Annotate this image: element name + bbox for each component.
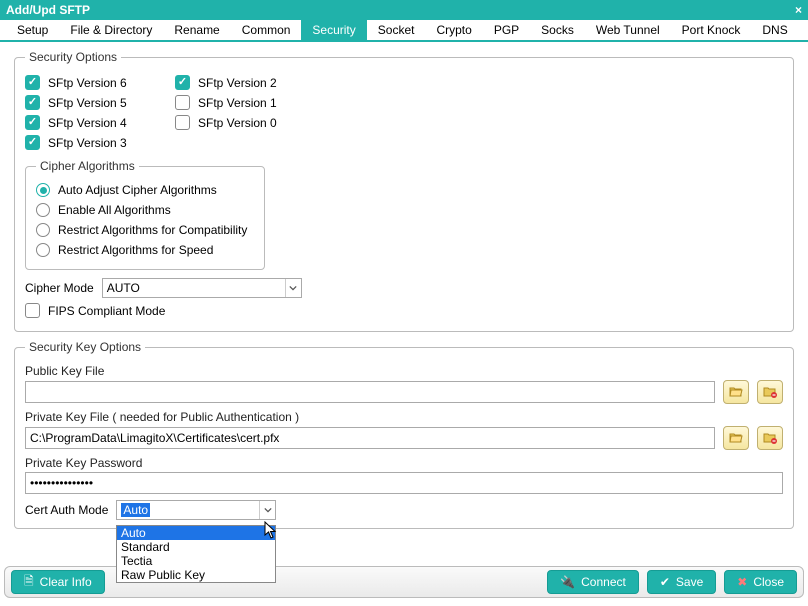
cipher-algorithms-legend: Cipher Algorithms bbox=[36, 159, 139, 173]
tab-rename[interactable]: Rename bbox=[163, 20, 230, 40]
close-button[interactable]: ✖ Close bbox=[724, 570, 797, 594]
label-enable-all: Enable All Algorithms bbox=[58, 203, 171, 217]
connect-button[interactable]: 🔌 Connect bbox=[547, 570, 639, 594]
private-key-input[interactable] bbox=[25, 427, 715, 449]
label-sftp-v1: SFtp Version 1 bbox=[198, 96, 277, 110]
private-pwd-input[interactable] bbox=[25, 472, 783, 494]
private-key-label: Private Key File ( needed for Public Aut… bbox=[25, 410, 783, 424]
tab-socket[interactable]: Socket bbox=[367, 20, 426, 40]
titlebar: Add/Upd SFTP × bbox=[0, 0, 808, 20]
save-label: Save bbox=[676, 575, 703, 589]
cb-fips[interactable] bbox=[25, 303, 40, 318]
label-restrict-compat: Restrict Algorithms for Compatibility bbox=[58, 223, 247, 237]
dropdown-option-standard[interactable]: Standard bbox=[117, 540, 275, 554]
radio-auto-adjust[interactable] bbox=[36, 183, 50, 197]
cipher-algorithms-group: Cipher Algorithms Auto Adjust Cipher Alg… bbox=[25, 159, 265, 270]
chevron-down-icon bbox=[285, 279, 301, 297]
private-key-browse-button[interactable] bbox=[723, 426, 749, 450]
tab-crypto[interactable]: Crypto bbox=[425, 20, 482, 40]
security-key-options-group: Security Key Options Public Key File Pri… bbox=[14, 340, 794, 529]
tab-port-knock[interactable]: Port Knock bbox=[671, 20, 752, 40]
panel: Security Options SFtp Version 6 SFtp Ver… bbox=[0, 42, 808, 529]
tab-pgp[interactable]: PGP bbox=[483, 20, 530, 40]
cert-auth-label: Cert Auth Mode bbox=[25, 503, 108, 517]
document-icon: 🗎 bbox=[24, 572, 34, 593]
private-key-clear-button[interactable] bbox=[757, 426, 783, 450]
connect-label: Connect bbox=[581, 575, 626, 589]
folder-delete-icon bbox=[763, 386, 777, 398]
clear-info-button[interactable]: 🗎 Clear Info bbox=[11, 570, 105, 594]
radio-restrict-speed[interactable] bbox=[36, 243, 50, 257]
cert-auth-value: Auto bbox=[121, 503, 150, 517]
cb-sftp-v3[interactable] bbox=[25, 135, 40, 150]
cb-sftp-v0[interactable] bbox=[175, 115, 190, 130]
dropdown-option-raw-public-key[interactable]: Raw Public Key bbox=[117, 568, 275, 582]
public-key-input[interactable] bbox=[25, 381, 715, 403]
public-key-clear-button[interactable] bbox=[757, 380, 783, 404]
save-button[interactable]: ✔ Save bbox=[647, 570, 716, 594]
check-icon: ✔ bbox=[660, 575, 670, 589]
tab-file-directory[interactable]: File & Directory bbox=[59, 20, 163, 40]
label-sftp-v2: SFtp Version 2 bbox=[198, 76, 277, 90]
label-restrict-speed: Restrict Algorithms for Speed bbox=[58, 243, 213, 257]
clear-info-label: Clear Info bbox=[40, 575, 92, 589]
cb-sftp-v4[interactable] bbox=[25, 115, 40, 130]
label-sftp-v4: SFtp Version 4 bbox=[48, 116, 127, 130]
tab-setup[interactable]: Setup bbox=[6, 20, 59, 40]
dropdown-option-auto[interactable]: Auto bbox=[117, 526, 275, 540]
label-sftp-v5: SFtp Version 5 bbox=[48, 96, 127, 110]
security-key-legend: Security Key Options bbox=[25, 340, 145, 354]
tab-bar: Setup File & Directory Rename Common Sec… bbox=[0, 20, 808, 42]
x-icon: ✖ bbox=[737, 575, 747, 589]
label-sftp-v0: SFtp Version 0 bbox=[198, 116, 277, 130]
window-title: Add/Upd SFTP bbox=[6, 3, 90, 17]
plug-icon: 🔌 bbox=[560, 575, 575, 589]
close-icon[interactable]: × bbox=[795, 3, 802, 17]
cb-sftp-v1[interactable] bbox=[175, 95, 190, 110]
label-fips: FIPS Compliant Mode bbox=[48, 304, 165, 318]
dropdown-option-tectia[interactable]: Tectia bbox=[117, 554, 275, 568]
folder-open-icon bbox=[729, 432, 743, 444]
folder-open-icon bbox=[729, 386, 743, 398]
tab-socks[interactable]: Socks bbox=[530, 20, 585, 40]
security-options-group: Security Options SFtp Version 6 SFtp Ver… bbox=[14, 50, 794, 332]
cb-sftp-v6[interactable] bbox=[25, 75, 40, 90]
radio-enable-all[interactable] bbox=[36, 203, 50, 217]
tab-security[interactable]: Security bbox=[301, 20, 366, 40]
cb-sftp-v5[interactable] bbox=[25, 95, 40, 110]
cipher-mode-select[interactable]: AUTO bbox=[102, 278, 302, 298]
cipher-mode-label: Cipher Mode bbox=[25, 281, 94, 295]
label-auto-adjust: Auto Adjust Cipher Algorithms bbox=[58, 183, 217, 197]
chevron-down-icon bbox=[259, 501, 275, 519]
cert-auth-dropdown[interactable]: Auto Standard Tectia Raw Public Key bbox=[116, 525, 276, 583]
label-sftp-v3: SFtp Version 3 bbox=[48, 136, 127, 150]
folder-delete-icon bbox=[763, 432, 777, 444]
label-sftp-v6: SFtp Version 6 bbox=[48, 76, 127, 90]
tab-web-tunnel[interactable]: Web Tunnel bbox=[585, 20, 671, 40]
tab-dns[interactable]: DNS bbox=[751, 20, 798, 40]
radio-restrict-compat[interactable] bbox=[36, 223, 50, 237]
tab-common[interactable]: Common bbox=[231, 20, 302, 40]
cb-sftp-v2[interactable] bbox=[175, 75, 190, 90]
public-key-label: Public Key File bbox=[25, 364, 783, 378]
security-options-legend: Security Options bbox=[25, 50, 121, 64]
private-pwd-label: Private Key Password bbox=[25, 456, 783, 470]
cipher-mode-value: AUTO bbox=[107, 281, 140, 295]
cert-auth-select[interactable]: Auto bbox=[116, 500, 276, 520]
public-key-browse-button[interactable] bbox=[723, 380, 749, 404]
close-label: Close bbox=[753, 575, 784, 589]
